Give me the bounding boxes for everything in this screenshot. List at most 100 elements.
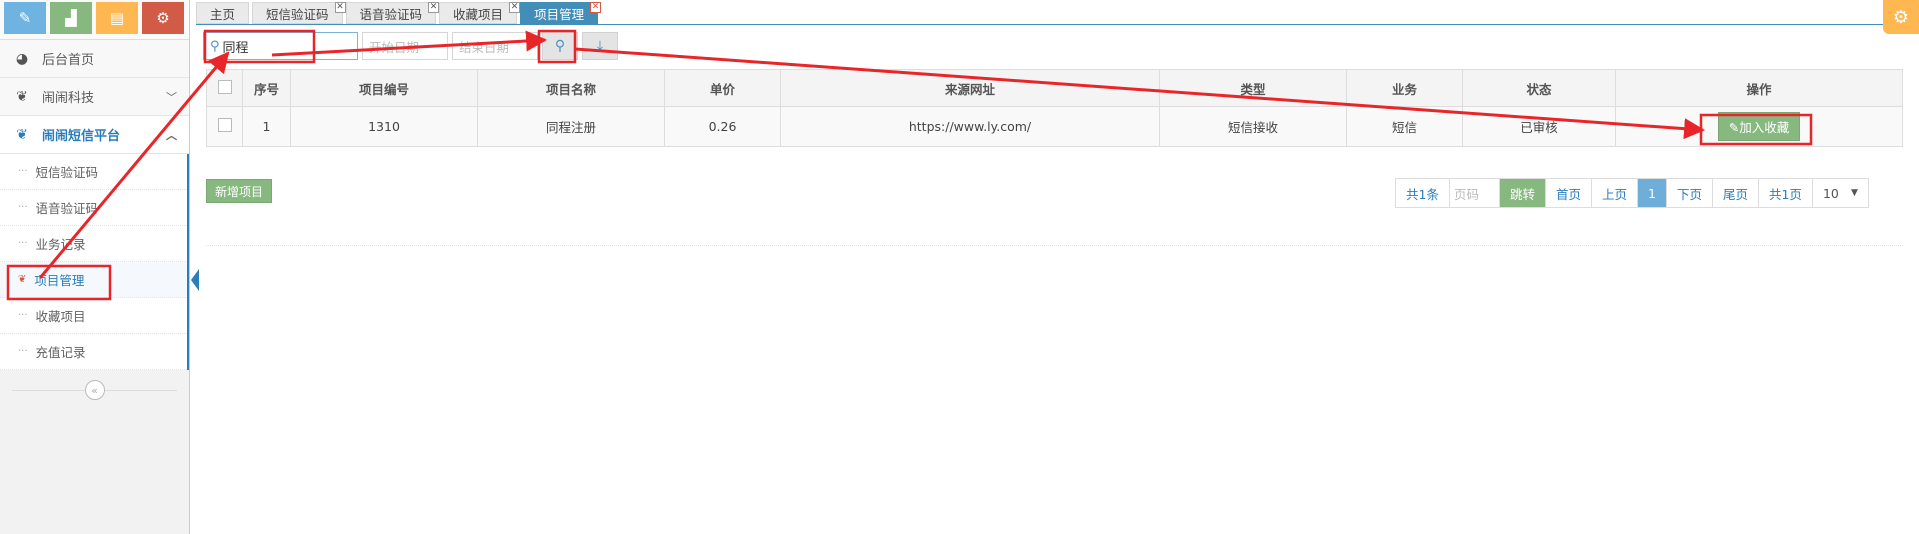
search-value: 同程 [222, 40, 249, 56]
jump-button[interactable]: 跳转 [1499, 179, 1546, 207]
tab-voice-code[interactable]: 语音验证码 ✕ [345, 2, 440, 24]
pencil-icon[interactable]: ✎ [4, 2, 46, 34]
bullet-icon: ··· [18, 166, 28, 177]
tab-favorites[interactable]: 收藏项目 ✕ [439, 2, 521, 24]
first-page-button[interactable]: 首页 [1545, 179, 1592, 207]
next-page-button[interactable]: 下页 [1666, 179, 1713, 207]
select-all-checkbox[interactable] [217, 79, 232, 94]
tab-underline [196, 24, 1903, 25]
row-checkbox[interactable] [217, 118, 232, 132]
tab-bar: 主页 短信验证码 ✕ 语音验证码 ✕ 收藏项目 ✕ 项目管理 ✕ [196, 2, 602, 24]
gear-icon[interactable]: ⚙ [1883, 0, 1919, 34]
sidebar-item-label: 充值记录 [35, 345, 86, 360]
sms-platform-submenu: ··· 短信验证码 ··· 语音验证码 ··· 业务记录 ❦ 项目管理 ··· … [0, 154, 199, 370]
bullet-icon: ··· [18, 310, 28, 321]
sidebar-item-label: 收藏项目 [35, 309, 86, 324]
cell-status: 已审核 [1462, 106, 1616, 147]
tab-project-management[interactable]: 项目管理 ✕ [520, 2, 602, 24]
bullet-icon: ··· [18, 238, 28, 249]
prev-page-button[interactable]: 上页 [1591, 179, 1638, 207]
sidebar-item-favorites[interactable]: ··· 收藏项目 [0, 298, 187, 334]
add-to-favorites-button[interactable]: ✎加入收藏 [1717, 112, 1801, 141]
sidebar-collapse-row: « [0, 370, 189, 410]
cell-business: 短信 [1346, 106, 1463, 147]
close-icon[interactable]: ✕ [428, 2, 440, 13]
add-to-favorites-label: 加入收藏 [1739, 120, 1790, 135]
page-size-select[interactable]: 10 ▼ [1812, 179, 1868, 207]
col-actions: 操作 [1615, 69, 1903, 107]
tab-label: 收藏项目 [453, 6, 504, 22]
table-row: 1 1310 同程注册 0.26 https://www.ly.com/ 短信接… [206, 106, 1903, 147]
sidebar-item-home[interactable]: ◕ 后台首页 [0, 40, 189, 78]
cell-url: https://www.ly.com/ [780, 106, 1160, 147]
project-table: 序号 项目编号 项目名称 单价 来源网址 类型 业务 状态 操作 1 1310 … [206, 69, 1903, 147]
content-divider [206, 245, 1903, 246]
col-url[interactable]: 来源网址 [780, 69, 1160, 107]
row-select-cell [206, 106, 243, 147]
tab-label: 短信验证码 [266, 6, 329, 22]
tab-label: 语音验证码 [359, 6, 423, 22]
pager-total: 共1条 [1396, 179, 1450, 207]
col-price[interactable]: 单价 [664, 69, 781, 107]
cell-name: 同程注册 [477, 106, 665, 147]
shortcut-bar: ✎ ▟ ▤ ⚙ [0, 0, 189, 40]
sidebar-item-label: 后台首页 [42, 53, 95, 68]
sidebar-item-sms-code[interactable]: ··· 短信验证码 [0, 154, 187, 190]
sidebar-item-tech[interactable]: ❦ 闹闹科技 ﹀ [0, 78, 189, 116]
page-size-value: 10 [1822, 185, 1839, 201]
download-icon: ⤓ [596, 38, 604, 54]
table-header-row: 序号 项目编号 项目名称 单价 来源网址 类型 业务 状态 操作 [206, 69, 1903, 107]
search-input[interactable]: ⚲ 同程 [203, 32, 358, 60]
last-page-button[interactable]: 尾页 [1712, 179, 1759, 207]
sidebar-item-label: 短信验证码 [35, 165, 99, 180]
sidebar-item-recharge[interactable]: ··· 充值记录 [0, 334, 187, 370]
col-index[interactable]: 序号 [242, 69, 291, 107]
current-page[interactable]: 1 [1638, 179, 1667, 207]
tab-label: 项目管理 [534, 6, 585, 22]
pagination: 共1条 页码 跳转 首页 上页 1 下页 尾页 共1页 10 ▼ [1395, 178, 1869, 208]
sidebar-item-project-management[interactable]: ❦ 项目管理 [0, 262, 199, 298]
edit-icon: ✎ [1728, 120, 1740, 135]
book-icon[interactable]: ▤ [96, 2, 138, 34]
export-button[interactable]: ⤓ [582, 32, 618, 60]
search-button[interactable]: ⚲ [542, 32, 578, 60]
cell-code: 1310 [290, 106, 478, 147]
cell-index: 1 [242, 106, 291, 147]
chevron-down-icon: ﹀ [166, 90, 177, 104]
sidebar-item-sms-platform[interactable]: ❦ 闹闹短信平台 ︿ [0, 116, 189, 154]
cell-type: 短信接收 [1159, 106, 1347, 147]
col-business[interactable]: 业务 [1346, 69, 1463, 107]
double-chevron-left-icon[interactable]: « [84, 380, 105, 400]
add-project-button[interactable]: 新增项目 [206, 179, 273, 203]
leaf-icon: ❦ [16, 88, 28, 105]
close-icon[interactable]: ✕ [334, 2, 346, 13]
pager-page-count: 共1页 [1758, 179, 1813, 207]
end-date-field[interactable]: 结束日期 [452, 32, 538, 60]
signal-icon[interactable]: ▟ [50, 2, 92, 34]
col-code[interactable]: 项目编号 [290, 69, 478, 107]
search-toolbar: ⚲ 同程 开始日期 结束日期 ⚲ ⤓ [203, 32, 618, 60]
sidebar-item-label: 语音验证码 [35, 201, 99, 216]
sidebar-item-business-records[interactable]: ··· 业务记录 [0, 226, 187, 262]
start-date-field[interactable]: 开始日期 [362, 32, 448, 60]
bullet-icon: ··· [18, 346, 28, 357]
col-status[interactable]: 状态 [1462, 69, 1616, 107]
cell-price: 0.26 [664, 106, 781, 147]
col-type[interactable]: 类型 [1159, 69, 1347, 107]
col-name[interactable]: 项目名称 [477, 69, 665, 107]
cogs-icon[interactable]: ⚙ [142, 2, 184, 34]
tab-home[interactable]: 主页 [196, 2, 250, 24]
chevron-up-icon: ︿ [166, 128, 177, 142]
sidebar-item-label: 业务记录 [35, 237, 86, 252]
sidebar-item-voice-code[interactable]: ··· 语音验证码 [0, 190, 187, 226]
sidebar-item-label: 闹闹短信平台 [42, 129, 121, 144]
page-number-input[interactable]: 页码 [1449, 179, 1500, 207]
bullet-icon: ··· [18, 202, 28, 213]
chevron-down-icon: ▼ [1851, 188, 1858, 198]
leaf-icon: ❦ [16, 126, 28, 143]
cell-actions: ✎加入收藏 [1615, 106, 1903, 147]
tab-sms-code[interactable]: 短信验证码 ✕ [252, 2, 346, 24]
close-icon[interactable]: ✕ [509, 2, 521, 13]
close-icon[interactable]: ✕ [590, 2, 602, 13]
app-root: ✎ ▟ ▤ ⚙ ◕ 后台首页 ❦ 闹闹科技 ﹀ ❦ 闹闹短信平台 ︿ ··· 短… [0, 0, 1919, 534]
